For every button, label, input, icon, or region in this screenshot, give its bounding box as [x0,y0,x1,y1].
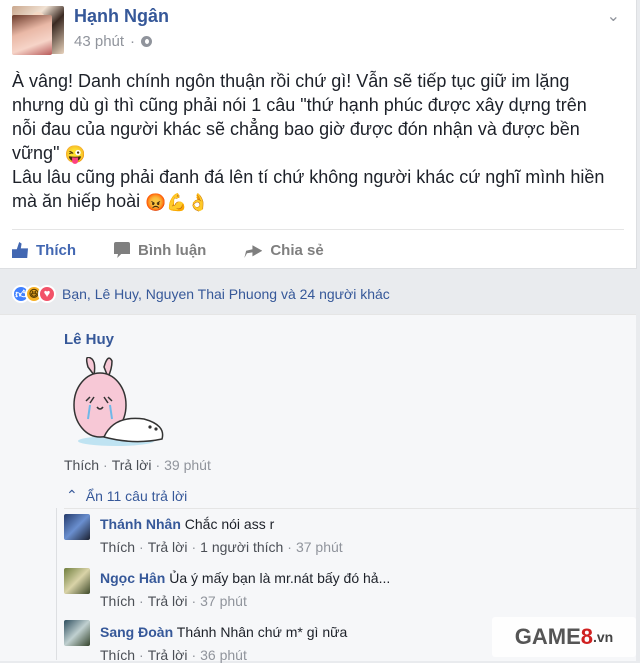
thumbs-up-icon [12,242,28,258]
reply-like-link[interactable]: Thích [100,539,135,555]
post-text-2: Lâu lâu cũng phải đanh đá lên tí chứ khô… [12,167,605,211]
like-label: Thích [36,241,76,259]
reply-actions: Thích · Trả lời · 36 phút [100,647,247,663]
sep: · [191,539,197,555]
reactions-bar: 👍︎ 😆︎ ♥ Bạn, Lê Huy, Nguyen Thai Phuong … [12,285,390,303]
reply-like-link[interactable]: Thích [100,593,135,609]
comment-reply-link[interactable]: Trả lời [112,457,152,473]
reply-text: Chắc nói ass r [184,516,275,532]
reply-time[interactable]: 37 phút [296,539,343,555]
reply-avatar[interactable] [64,514,90,540]
watermark-part3: .vn [593,629,614,645]
site-watermark-logo: GAME 8 .vn [492,617,636,657]
sep: · [191,593,197,609]
comment-actions: Thích · Trả lời · 39 phút [64,457,211,473]
comment-icon [114,242,130,258]
commenter-avatar[interactable] [12,15,52,55]
dot-separator: · [130,33,136,50]
reply-actions: Thích · Trả lời · 37 phút [100,593,247,609]
reply-time[interactable]: 37 phút [200,593,247,609]
reaction-emojis: 😡💪👌 [145,193,209,212]
post-timestamp[interactable]: 43 phút [74,33,124,50]
reply-author[interactable]: Thánh Nhân [100,516,181,532]
comment-button[interactable]: Bình luận [114,238,206,262]
globe-icon [141,36,153,47]
hide-replies-link[interactable]: ⌃ Ẩn 11 câu trả lời [66,487,187,504]
share-button[interactable]: Chia sẻ [244,238,324,262]
comment-time[interactable]: 39 phút [164,457,211,473]
hide-replies-label: Ẩn 11 câu trả lời [85,487,188,504]
post-body: À vâng! Danh chính ngôn thuận rồi chứ gì… [12,69,612,213]
sep: · [191,647,197,663]
reply-actions: Thích · Trả lời · 1 người thích · 37 phú… [100,539,343,555]
sep: · [139,647,144,663]
comment-label: Bình luận [138,241,207,259]
post-text-1: À vâng! Danh chính ngôn thuận rồi chứ gì… [12,71,587,163]
post-card: Hạnh Ngân 43 phút · ⌄ À vâng! Danh chính… [0,0,637,269]
post-author-name[interactable]: Hạnh Ngân [74,6,169,27]
bunny-sticker [73,357,164,446]
reaction-icons[interactable]: 👍︎ 😆︎ ♥ [12,285,56,303]
post-actions: Thích Bình luận Chia sẻ [12,238,362,262]
reply-like-link[interactable]: Thích [100,647,135,663]
share-label: Chia sẻ [270,241,324,259]
replies-divider [64,508,639,509]
comment-like-link[interactable]: Thích [64,457,99,473]
sep: · [155,457,161,473]
reply-author[interactable]: Ngọc Hân [100,570,165,586]
reply-item: Ngọc Hân Ủa ý mấy bạn là mr.nát bấy đó h… [100,570,390,586]
sep: · [139,539,144,555]
sep: · [139,593,144,609]
reply-text: Thánh Nhân chứ m* gì nữa [176,624,348,640]
watermark-part1: GAME [514,624,581,649]
reply-reply-link[interactable]: Trả lời [148,593,188,609]
chevron-up-icon: ⌃ [66,487,78,503]
love-reaction-icon: ♥ [38,285,56,303]
chevron-down-icon[interactable]: ⌄ [607,6,620,26]
post-meta: 43 phút · [74,33,153,50]
watermark-part2: 8 [580,624,593,649]
reply-author[interactable]: Sang Đoàn [100,624,173,640]
like-button[interactable]: Thích [12,238,76,262]
sep: · [103,457,108,473]
reply-avatar[interactable] [64,620,90,646]
reply-reply-link[interactable]: Trả lời [148,539,188,555]
winking-face-emoji: 😜 [64,145,86,164]
reply-avatar[interactable] [64,568,90,594]
reply-time[interactable]: 36 phút [200,647,247,663]
reply-reply-link[interactable]: Trả lời [148,647,188,663]
action-divider [12,229,624,230]
reply-text: Ủa ý mấy bạn là mr.nát bấy đó hả... [169,570,391,586]
reply-item: Sang Đoàn Thánh Nhân chứ m* gì nữa [100,624,347,640]
reactions-summary[interactable]: Bạn, Lê Huy, Nguyen Thai Phuong và 24 ng… [62,286,390,302]
comment-author[interactable]: Lê Huy [64,331,114,348]
share-arrow-icon [244,245,263,258]
sep: · [287,539,292,555]
reply-item: Thánh Nhân Chắc nói ass r [100,516,274,532]
thread-line [56,508,57,660]
reply-like-count[interactable]: 1 người thích [200,539,283,555]
